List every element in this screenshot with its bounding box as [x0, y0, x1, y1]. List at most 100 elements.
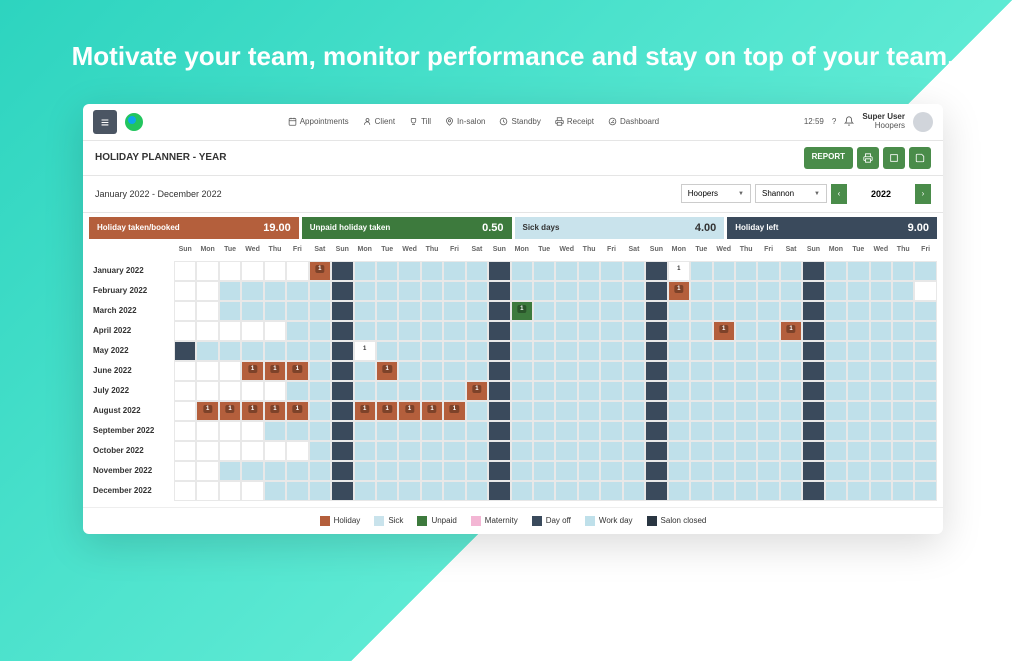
day-cell[interactable] [555, 441, 577, 461]
day-cell[interactable] [757, 361, 779, 381]
day-cell[interactable] [264, 481, 286, 501]
day-cell[interactable] [780, 441, 802, 461]
year-next-button[interactable]: › [915, 184, 931, 204]
day-cell[interactable] [511, 461, 533, 481]
day-cell[interactable] [488, 381, 510, 401]
day-cell[interactable] [578, 441, 600, 461]
day-cell[interactable] [555, 421, 577, 441]
org-select[interactable]: Hoopers [681, 184, 751, 203]
day-cell[interactable] [713, 381, 735, 401]
day-cell[interactable] [802, 481, 824, 501]
day-cell[interactable] [735, 461, 757, 481]
day-cell[interactable] [825, 441, 847, 461]
day-cell[interactable] [286, 301, 308, 321]
day-cell[interactable] [802, 381, 824, 401]
help-icon[interactable]: ? [832, 117, 836, 126]
day-cell[interactable] [914, 281, 936, 301]
day-cell[interactable] [264, 441, 286, 461]
day-cell[interactable] [466, 341, 488, 361]
day-cell[interactable] [623, 361, 645, 381]
day-cell[interactable] [645, 301, 667, 321]
day-cell[interactable] [331, 441, 353, 461]
day-cell[interactable] [735, 381, 757, 401]
day-cell[interactable] [847, 261, 869, 281]
day-cell[interactable] [241, 281, 263, 301]
day-cell[interactable] [780, 341, 802, 361]
day-cell[interactable] [511, 441, 533, 461]
day-cell[interactable]: 1 [668, 281, 690, 301]
day-cell[interactable] [780, 461, 802, 481]
day-cell[interactable] [713, 341, 735, 361]
day-cell[interactable] [802, 261, 824, 281]
day-cell[interactable] [870, 301, 892, 321]
day-cell[interactable] [780, 381, 802, 401]
day-cell[interactable] [443, 321, 465, 341]
day-cell[interactable] [196, 281, 218, 301]
day-cell[interactable] [600, 381, 622, 401]
day-cell[interactable] [802, 341, 824, 361]
day-cell[interactable] [443, 301, 465, 321]
print-button[interactable] [857, 147, 879, 169]
day-cell[interactable] [847, 401, 869, 421]
day-cell[interactable] [892, 301, 914, 321]
day-cell[interactable] [443, 341, 465, 361]
day-cell[interactable] [668, 481, 690, 501]
day-cell[interactable] [421, 281, 443, 301]
day-cell[interactable] [735, 341, 757, 361]
day-cell[interactable] [376, 281, 398, 301]
day-cell[interactable] [533, 321, 555, 341]
day-cell[interactable] [443, 441, 465, 461]
day-cell[interactable] [668, 421, 690, 441]
day-cell[interactable] [309, 421, 331, 441]
day-cell[interactable] [174, 361, 196, 381]
day-cell[interactable] [376, 421, 398, 441]
day-cell[interactable] [174, 381, 196, 401]
day-cell[interactable] [578, 261, 600, 281]
day-cell[interactable] [847, 461, 869, 481]
day-cell[interactable] [735, 261, 757, 281]
day-cell[interactable] [847, 321, 869, 341]
day-cell[interactable] [914, 401, 936, 421]
day-cell[interactable]: 1 [264, 401, 286, 421]
day-cell[interactable] [825, 261, 847, 281]
day-cell[interactable]: 1 [466, 381, 488, 401]
day-cell[interactable] [466, 481, 488, 501]
day-cell[interactable] [466, 361, 488, 381]
day-cell[interactable] [241, 381, 263, 401]
day-cell[interactable] [331, 281, 353, 301]
day-cell[interactable]: 1 [219, 401, 241, 421]
day-cell[interactable] [623, 301, 645, 321]
day-cell[interactable] [174, 321, 196, 341]
day-cell[interactable] [847, 481, 869, 501]
day-cell[interactable] [623, 261, 645, 281]
day-cell[interactable] [600, 301, 622, 321]
day-cell[interactable] [578, 321, 600, 341]
day-cell[interactable] [555, 461, 577, 481]
day-cell[interactable] [309, 361, 331, 381]
day-cell[interactable] [331, 401, 353, 421]
day-cell[interactable] [196, 341, 218, 361]
day-cell[interactable] [780, 261, 802, 281]
day-cell[interactable] [780, 481, 802, 501]
day-cell[interactable] [398, 301, 420, 321]
day-cell[interactable] [623, 281, 645, 301]
day-cell[interactable] [533, 361, 555, 381]
day-cell[interactable] [488, 481, 510, 501]
day-cell[interactable] [331, 321, 353, 341]
day-cell[interactable] [690, 321, 712, 341]
day-cell[interactable] [466, 441, 488, 461]
day-cell[interactable]: 1 [668, 261, 690, 281]
day-cell[interactable] [735, 481, 757, 501]
day-cell[interactable] [533, 381, 555, 401]
day-cell[interactable] [623, 381, 645, 401]
day-cell[interactable] [713, 261, 735, 281]
day-cell[interactable] [511, 281, 533, 301]
day-cell[interactable] [264, 261, 286, 281]
day-cell[interactable] [600, 441, 622, 461]
day-cell[interactable]: 1 [354, 341, 376, 361]
day-cell[interactable] [825, 481, 847, 501]
day-cell[interactable] [398, 421, 420, 441]
day-cell[interactable] [914, 381, 936, 401]
day-cell[interactable] [264, 301, 286, 321]
day-cell[interactable] [600, 461, 622, 481]
